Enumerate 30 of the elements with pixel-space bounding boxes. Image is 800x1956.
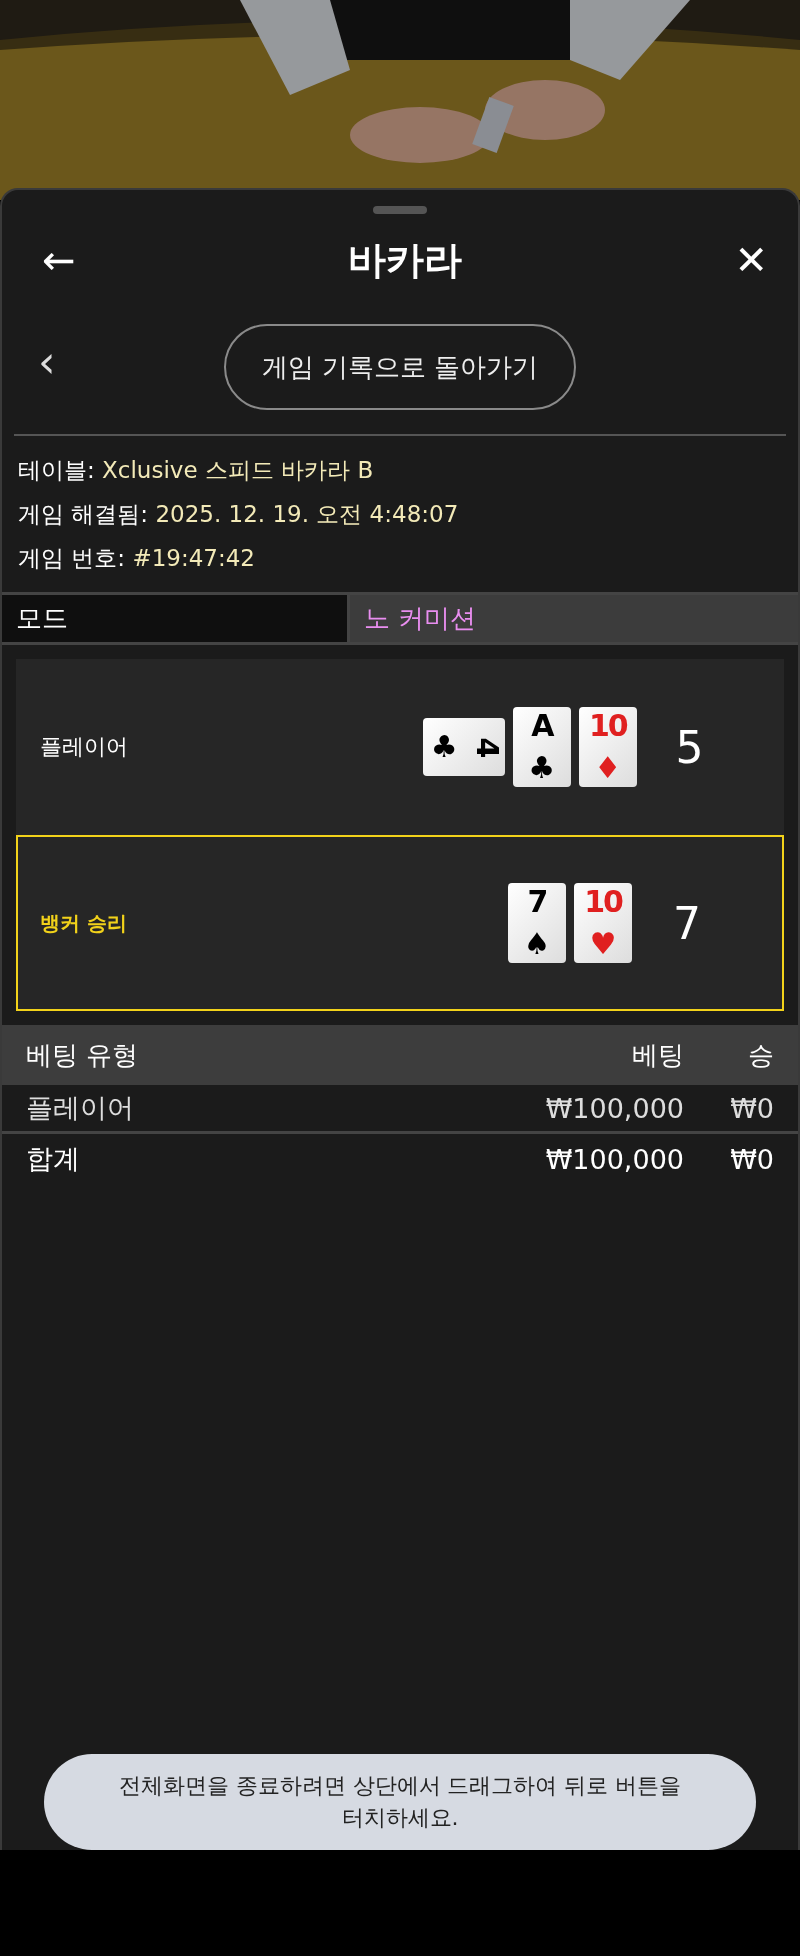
drag-handle[interactable]: [373, 206, 427, 214]
close-icon[interactable]: ✕: [734, 240, 768, 280]
info-line: 게임 번호: #19:47:42: [18, 544, 256, 573]
column-header: 베팅: [631, 1038, 684, 1072]
playing-card: A ♣: [512, 707, 571, 787]
table-cell-text: ₩0: [729, 1092, 774, 1124]
back-to-history-button[interactable]: 게임 기록으로 돌아가기: [223, 324, 577, 410]
total-label: 합계: [26, 1142, 81, 1176]
hand-label: 플레이어: [39, 733, 129, 761]
playing-card: 10 ♦: [578, 707, 637, 787]
hand-score: 7: [672, 897, 702, 949]
info-line: 테이블: Xclusive 스피드 바카라 B: [18, 456, 375, 485]
mode-value: 노 커미션: [350, 595, 798, 642]
mode-label: 모드: [2, 595, 350, 642]
chevron-icon[interactable]: ‹: [38, 340, 56, 384]
column-header: 베팅 유형: [26, 1038, 140, 1072]
hand-score: 5: [674, 721, 705, 773]
column-header: 승: [747, 1038, 774, 1072]
toast-message: 전체화면을 종료하려면 상단에서 드래그하여 뒤로 버튼을 터치하세요.: [44, 1754, 756, 1850]
playing-card: 7 ♠: [508, 883, 566, 963]
table-cell-text: ₩100,000: [544, 1092, 684, 1124]
table-cell-text: ₩0: [729, 1143, 774, 1175]
info-line: 게임 해결됨: 2025. 12. 19. 오전 4:48:07: [18, 500, 460, 529]
back-icon[interactable]: ←: [42, 240, 76, 280]
sheet-title: 바카라: [348, 236, 462, 284]
playing-card: ♣ 4: [422, 718, 505, 776]
table-cell-text: ₩100,000: [544, 1143, 684, 1175]
playing-card: 10 ♥: [574, 883, 632, 963]
hand-label: 뱅커 승리: [39, 909, 128, 937]
table-cell-text: 플레이어: [26, 1091, 135, 1125]
